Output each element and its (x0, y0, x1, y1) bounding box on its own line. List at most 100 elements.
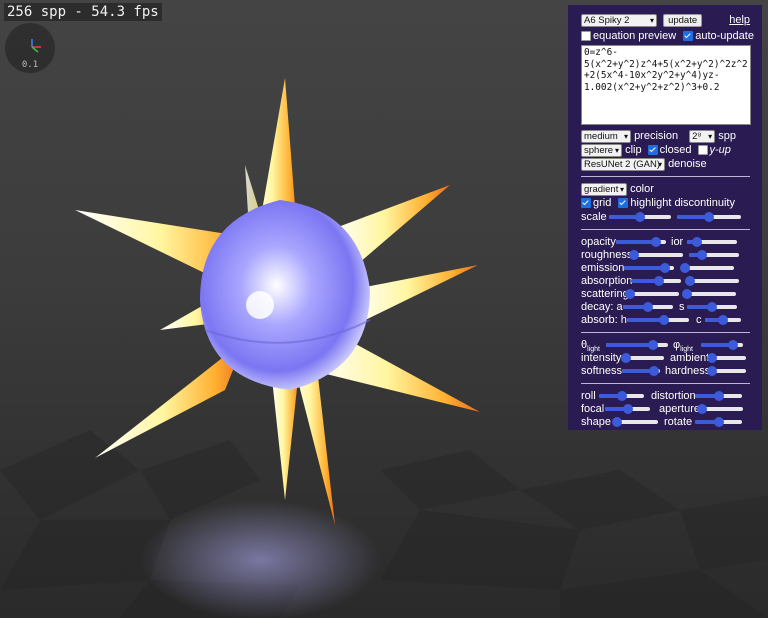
precision-select[interactable]: medium ▾ (581, 129, 631, 143)
scale-slider-2[interactable] (677, 212, 741, 222)
slider-knob[interactable] (625, 289, 635, 299)
equation-input[interactable]: 0=z^6-5(x^2+y^2)z^4+5(x^2+y^2)^2z^2+2(5x… (581, 45, 751, 125)
absorption-slider[interactable] (631, 276, 681, 286)
absorption-slider-2[interactable] (685, 276, 739, 286)
decay-a-label: decay: a (581, 301, 623, 313)
divider (581, 383, 750, 384)
ior-label: ior (671, 236, 684, 248)
decay-s-slider[interactable] (687, 302, 737, 312)
denoise-label: denoise (668, 158, 707, 170)
emission-slider[interactable] (624, 263, 674, 273)
slider-knob[interactable] (647, 340, 658, 350)
decay-s-label: s (679, 301, 685, 313)
scale-label: scale (581, 211, 607, 223)
slider-knob[interactable] (713, 391, 724, 401)
slider-knob[interactable] (706, 366, 717, 376)
fps-counter: 256 spp - 54.3 fps (4, 3, 162, 21)
slider-knob[interactable] (651, 237, 661, 247)
emission-slider-2[interactable] (680, 263, 734, 273)
equation-preview-checkbox[interactable] (581, 31, 591, 42)
slider-fill (606, 343, 653, 347)
absorb-h-slider[interactable] (627, 315, 689, 325)
slider-knob[interactable] (629, 250, 639, 260)
opacity-slider[interactable] (616, 237, 666, 247)
opacity-label: opacity (581, 236, 616, 248)
ambient-slider[interactable] (706, 353, 746, 363)
softness-label: softness (581, 365, 622, 377)
slider-knob[interactable] (635, 212, 645, 222)
slider-knob[interactable] (653, 276, 664, 286)
roughness-label: roughness (581, 249, 633, 261)
slider-knob[interactable] (692, 237, 702, 247)
slider-knob[interactable] (696, 250, 707, 260)
ior-slider[interactable] (687, 237, 737, 247)
y-up-checkbox[interactable] (697, 145, 708, 156)
auto-update-label: auto-update (695, 30, 754, 42)
intensity-slider[interactable] (621, 353, 664, 363)
equation-preview-label: equation preview (593, 30, 677, 42)
shape-label: shape (581, 416, 611, 428)
rotate-slider[interactable] (695, 417, 742, 427)
roll-slider[interactable] (599, 391, 644, 401)
roughness-slider[interactable] (629, 250, 683, 260)
scattering-slider[interactable] (625, 289, 679, 299)
softness-slider[interactable] (622, 366, 660, 376)
focal-label: focal (581, 403, 605, 415)
slider-knob[interactable] (707, 302, 717, 312)
absorb-h-label: absorb: h (581, 314, 627, 326)
slider-knob[interactable] (622, 404, 633, 414)
phi-light-slider[interactable] (701, 340, 743, 350)
preset-select[interactable]: A6 Spiky 2 ▾ (581, 13, 657, 27)
absorb-c-slider[interactable] (705, 315, 741, 325)
slider-knob[interactable] (704, 212, 714, 222)
theta-light-slider[interactable] (606, 340, 668, 350)
roughness-slider-2[interactable] (689, 250, 739, 260)
auto-update-checkbox[interactable] (683, 31, 694, 42)
color-label: color (630, 183, 654, 195)
help-link[interactable]: help (729, 13, 750, 27)
update-button[interactable]: update (663, 13, 703, 27)
grid-label: grid (593, 197, 612, 209)
focal-slider[interactable] (605, 404, 650, 414)
slider-knob[interactable] (643, 302, 653, 312)
divider (581, 229, 750, 230)
divider (581, 176, 750, 177)
grid-checkbox[interactable] (581, 198, 591, 209)
color-select[interactable]: gradient ▾ (581, 182, 627, 196)
highlight-discontinuity-checkbox[interactable] (618, 198, 629, 209)
scale-slider-1[interactable] (609, 212, 671, 222)
slider-knob[interactable] (696, 404, 707, 414)
y-up-label: y-up (709, 144, 731, 156)
clip-select[interactable]: sphere ▾ (581, 143, 622, 157)
slider-knob[interactable] (649, 366, 660, 376)
slider-knob[interactable] (660, 263, 670, 273)
slider-knob[interactable] (616, 391, 627, 401)
intensity-label: intensity (581, 352, 622, 364)
slider-knob[interactable] (706, 353, 717, 363)
slider-knob[interactable] (682, 289, 692, 299)
aperture-slider[interactable] (696, 404, 743, 414)
divider (581, 332, 750, 333)
slider-knob[interactable] (718, 315, 728, 325)
slider-knob[interactable] (680, 263, 690, 273)
hardness-slider[interactable] (706, 366, 746, 376)
slider-knob[interactable] (713, 417, 724, 427)
distortion-slider[interactable] (695, 391, 742, 401)
decay-a-slider[interactable] (623, 302, 673, 312)
aperture-label: aperture (659, 403, 700, 415)
spp-label: spp (718, 130, 736, 142)
slider-knob[interactable] (727, 340, 738, 350)
slider-knob[interactable] (611, 417, 622, 427)
closed-checkbox[interactable] (647, 145, 658, 156)
slider-knob[interactable] (621, 353, 631, 363)
scattering-label: scattering (581, 288, 629, 300)
spp-select[interactable]: 2⁸ ▾ (689, 129, 716, 143)
control-panel: A6 Spiky 2 ▾ update help equation preview… (568, 5, 762, 430)
scattering-slider-2[interactable] (682, 289, 736, 299)
slider-knob[interactable] (659, 315, 670, 325)
denoise-select[interactable]: ResUNet 2 (GAN) ▾ (581, 157, 665, 171)
slider-knob[interactable] (685, 276, 695, 286)
shape-slider[interactable] (611, 417, 658, 427)
rotate-label: rotate (664, 416, 693, 428)
axis-gizmo[interactable]: 0.1 (5, 23, 55, 73)
